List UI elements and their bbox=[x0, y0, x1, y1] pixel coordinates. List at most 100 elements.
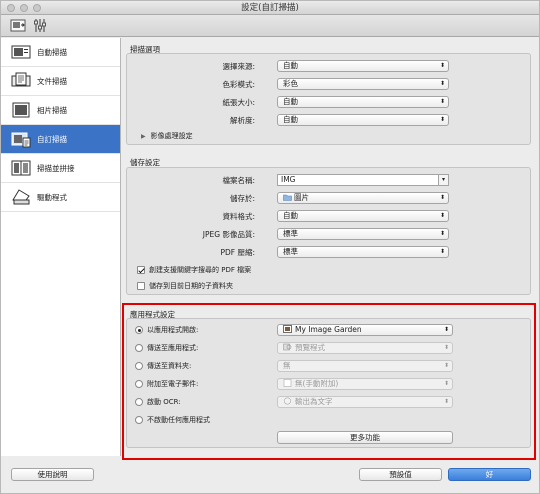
sidebar-item-photo-scan[interactable]: 相片掃描 bbox=[1, 96, 120, 125]
scan-from-computer-icon[interactable] bbox=[10, 18, 26, 33]
send-to-folder-dropdown[interactable]: 無 ⬍ bbox=[277, 360, 453, 372]
sidebar-item-label: 自訂掃描 bbox=[37, 134, 67, 144]
send-to-folder-radio[interactable]: 傳送至資料夾: bbox=[135, 361, 191, 371]
sidebar-item-scan-stitch[interactable]: 掃描並拼接 bbox=[1, 154, 120, 183]
resolution-row: 解析度: 自動 ⬍ bbox=[127, 114, 530, 126]
sidebar-item-label: 文件掃描 bbox=[37, 76, 67, 86]
window-controls[interactable] bbox=[7, 4, 41, 12]
footer: 使用說明 預設值 好 bbox=[1, 457, 539, 493]
jpeg-quality-dropdown[interactable]: 標準 ⬍ bbox=[277, 228, 449, 240]
sidebar-item-label: 自動掃描 bbox=[37, 47, 67, 57]
radio-unselected-icon[interactable] bbox=[135, 380, 143, 388]
dropdown-arrows-icon: ⬍ bbox=[443, 344, 449, 351]
send-to-app-dropdown[interactable]: 預覽程式 ⬍ bbox=[277, 342, 453, 354]
toolbar bbox=[1, 15, 539, 37]
sidebar-item-label: 驅動程式 bbox=[37, 192, 67, 202]
ok-button[interactable]: 好 bbox=[448, 468, 531, 481]
pdf-compression-row: PDF 壓縮: 標準 ⬍ bbox=[127, 246, 530, 258]
settings-window: 設定(自訂掃描) 自動掃描 文件掃描 相片掃描 自訂掃描 掃描並拼接 驅動程式 … bbox=[0, 0, 540, 494]
select-source-label: 選擇來源: bbox=[222, 62, 255, 71]
radio-unselected-icon[interactable] bbox=[135, 362, 143, 370]
scanner-driver-icon bbox=[12, 189, 30, 205]
dropdown-arrows-icon: ⬍ bbox=[443, 398, 449, 405]
custom-scan-icon bbox=[11, 132, 31, 148]
dropdown-arrows-icon: ⬍ bbox=[439, 230, 445, 237]
radio-unselected-icon[interactable] bbox=[135, 416, 143, 424]
minimize-window-icon[interactable] bbox=[20, 4, 28, 12]
sidebar-item-custom-scan[interactable]: 自訂掃描 bbox=[1, 125, 120, 154]
sidebar-item-driver[interactable]: 驅動程式 bbox=[1, 183, 120, 212]
scan-stitch-icon bbox=[11, 160, 31, 176]
keyword-pdf-checkbox[interactable]: 創建支援關鍵字搜尋的 PDF 檔案 bbox=[137, 265, 251, 275]
file-name-label: 檔案名稱: bbox=[222, 176, 255, 185]
pdf-compression-dropdown[interactable]: 標準 ⬍ bbox=[277, 246, 449, 258]
select-source-row: 選擇來源: 自動 ⬍ bbox=[127, 60, 530, 72]
checkbox-checked-icon[interactable] bbox=[137, 266, 145, 274]
no-app-radio[interactable]: 不啟動任何應用程式 bbox=[135, 415, 210, 425]
paper-size-row: 紙張大小: 自動 ⬍ bbox=[127, 96, 530, 108]
radio-selected-icon[interactable] bbox=[135, 326, 143, 334]
sidebar: 自動掃描 文件掃描 相片掃描 自訂掃描 掃描並拼接 驅動程式 bbox=[1, 38, 121, 456]
title-bar: 設定(自訂掃描) bbox=[1, 1, 539, 15]
image-processing-disclosure[interactable]: ▶ 影像處理設定 bbox=[141, 131, 193, 141]
save-in-row: 儲存於: 圖片 ⬍ bbox=[127, 192, 530, 204]
attach-email-dropdown[interactable]: 無(手動附加) ⬍ bbox=[277, 378, 453, 390]
sidebar-item-auto-scan[interactable]: 自動掃描 bbox=[1, 38, 120, 67]
jpeg-quality-label: JPEG 影像品質: bbox=[202, 230, 255, 239]
data-format-label: 資料格式: bbox=[222, 212, 255, 221]
date-subfolder-checkbox[interactable]: 儲存到目前日期的子資料夾 bbox=[137, 281, 233, 291]
preview-app-icon bbox=[283, 343, 292, 351]
attach-email-radio[interactable]: 附加至電子郵件: bbox=[135, 379, 198, 389]
scan-options-panel: 選擇來源: 自動 ⬍ 色彩模式: 彩色 ⬍ 紙張大小: 自動 ⬍ 解析度: 自動 ⬍ ▶… bbox=[126, 53, 531, 145]
pdf-compression-label: PDF 壓縮: bbox=[220, 248, 255, 257]
paper-size-dropdown[interactable]: 自動 ⬍ bbox=[277, 96, 449, 108]
radio-unselected-icon[interactable] bbox=[135, 398, 143, 406]
close-window-icon[interactable] bbox=[7, 4, 15, 12]
save-in-dropdown[interactable]: 圖片 ⬍ bbox=[277, 192, 449, 204]
color-mode-label: 色彩模式: bbox=[222, 80, 255, 89]
open-with-app-radio[interactable]: 以應用程式開啟: bbox=[135, 325, 198, 335]
dropdown-arrows-icon: ⬍ bbox=[443, 326, 449, 333]
auto-scan-icon bbox=[11, 45, 31, 59]
resolution-dropdown[interactable]: 自動 ⬍ bbox=[277, 114, 449, 126]
zoom-window-icon[interactable] bbox=[33, 4, 41, 12]
file-name-dropdown-button[interactable]: ▾ bbox=[439, 174, 449, 186]
dropdown-arrows-icon: ⬍ bbox=[439, 116, 445, 123]
data-format-dropdown[interactable]: 自動 ⬍ bbox=[277, 210, 449, 222]
dropdown-arrows-icon: ⬍ bbox=[439, 248, 445, 255]
sidebar-item-document-scan[interactable]: 文件掃描 bbox=[1, 67, 120, 96]
folder-icon bbox=[283, 194, 292, 201]
start-ocr-dropdown[interactable]: 輸出為文字 ⬍ bbox=[277, 396, 453, 408]
color-mode-dropdown[interactable]: 彩色 ⬍ bbox=[277, 78, 449, 90]
document-icon bbox=[283, 379, 292, 387]
paper-size-label: 紙張大小: bbox=[222, 98, 255, 107]
dropdown-arrows-icon: ⬍ bbox=[443, 362, 449, 369]
save-in-label: 儲存於: bbox=[229, 194, 255, 203]
save-settings-panel: 檔案名稱: IMG ▾ 儲存於: 圖片 ⬍ 資料格式: 自動 ⬍ JPEG 影像品質… bbox=[126, 167, 531, 295]
checkbox-unchecked-icon[interactable] bbox=[137, 282, 145, 290]
dropdown-arrows-icon: ⬍ bbox=[439, 62, 445, 69]
dropdown-arrows-icon: ⬍ bbox=[439, 98, 445, 105]
dropdown-arrows-icon: ⬍ bbox=[439, 194, 445, 201]
help-button[interactable]: 使用說明 bbox=[11, 468, 94, 481]
more-functions-button[interactable]: 更多功能 bbox=[277, 431, 453, 444]
settings-content: 掃描選項 選擇來源: 自動 ⬍ 色彩模式: 彩色 ⬍ 紙張大小: 自動 ⬍ 解析度: … bbox=[122, 38, 539, 460]
open-with-app-dropdown[interactable]: My Image Garden ⬍ bbox=[277, 324, 453, 336]
app-settings-panel: 以應用程式開啟: My Image Garden ⬍ 傳送至應用程式: 預覽程式 ⬍… bbox=[126, 318, 531, 448]
sidebar-item-label: 掃描並拼接 bbox=[37, 163, 75, 173]
document-scan-icon bbox=[11, 72, 31, 87]
dropdown-arrows-icon: ⬍ bbox=[443, 380, 449, 387]
photo-scan-icon bbox=[12, 102, 30, 118]
select-source-dropdown[interactable]: 自動 ⬍ bbox=[277, 60, 449, 72]
window-title: 設定(自訂掃描) bbox=[241, 3, 299, 13]
dropdown-arrows-icon: ⬍ bbox=[439, 80, 445, 87]
color-mode-row: 色彩模式: 彩色 ⬍ bbox=[127, 78, 530, 90]
resolution-label: 解析度: bbox=[229, 116, 255, 125]
file-name-field[interactable]: IMG bbox=[277, 174, 439, 186]
start-ocr-radio[interactable]: 啟動 OCR: bbox=[135, 397, 181, 407]
radio-unselected-icon[interactable] bbox=[135, 344, 143, 352]
defaults-button[interactable]: 預設值 bbox=[359, 468, 442, 481]
general-settings-icon[interactable] bbox=[32, 18, 48, 33]
send-to-app-radio[interactable]: 傳送至應用程式: bbox=[135, 343, 198, 353]
ocr-output-icon bbox=[283, 397, 292, 405]
